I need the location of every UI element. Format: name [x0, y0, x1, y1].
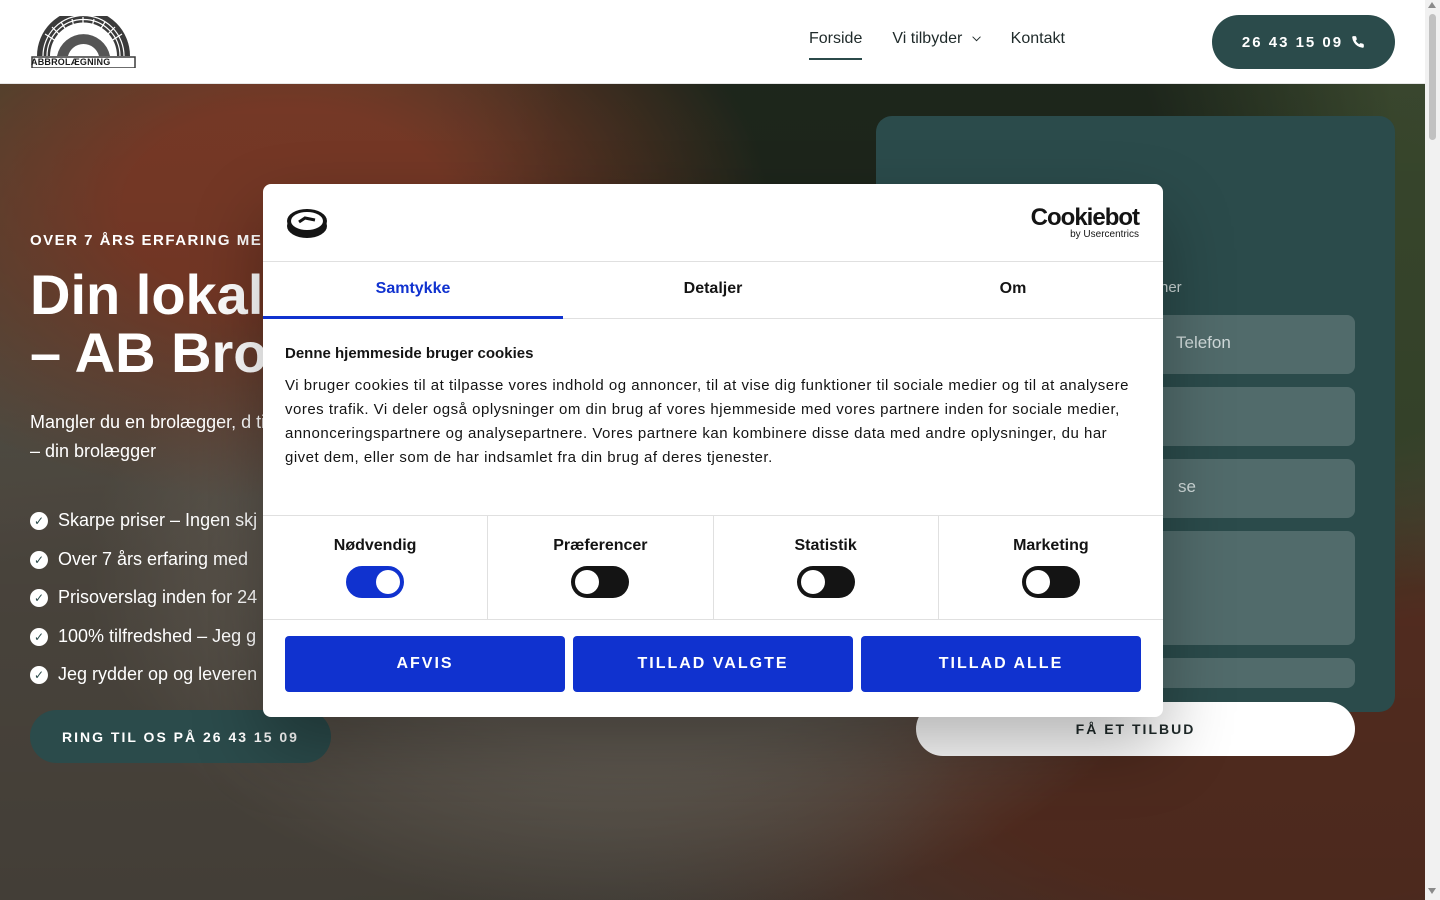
logo-text: ABBROLÆGNING [31, 57, 111, 67]
list-item-label: Jeg rydder op og leveren [58, 664, 258, 684]
switch-knob [1025, 570, 1050, 594]
hero-title-line-1: Din lokale [30, 263, 295, 326]
list-item-label: Prisoverslag inden for 24 [58, 587, 258, 607]
call-us-button[interactable]: RING TIL OS PÅ 26 43 15 09 [30, 710, 331, 763]
hero-title-line-2: – AB Bro [30, 321, 268, 384]
check-icon: ✓ [30, 589, 48, 607]
cookie-consent-dialog: Cookiebot by Usercentrics Samtykke Detal… [263, 184, 1163, 717]
nav-item-kontakt[interactable]: Kontakt [1011, 30, 1065, 58]
switch-knob [800, 570, 825, 594]
cookie-dialog-header: Cookiebot by Usercentrics [263, 184, 1163, 262]
tab-detaljer[interactable]: Detaljer [563, 262, 863, 318]
list-item-label: 100% tilfredshed – Jeg g [58, 625, 257, 646]
toggle-statistics: Statistik [714, 516, 939, 619]
toggle-marketing: Marketing [939, 516, 1163, 619]
toggle-preferences: Præferencer [488, 516, 714, 619]
necessary-switch[interactable] [346, 566, 405, 598]
cookiebot-badge-icon [287, 209, 327, 238]
cookie-buttons: AFVIS TILLAD VALGTE TILLAD ALLE [263, 620, 1163, 692]
cookiebot-brand-name: Cookiebot [1030, 204, 1140, 231]
check-icon: ✓ [30, 512, 48, 530]
toggle-label: Nødvendig [333, 537, 417, 554]
form-hint-text: ner [1160, 279, 1182, 296]
list-item-label: Skarpe priser – Ingen skj [58, 510, 258, 530]
check-icon: ✓ [30, 550, 48, 569]
scrollbar-thumb[interactable] [1429, 14, 1436, 140]
nav-item-forside[interactable]: Forside [809, 30, 863, 60]
allow-selected-button[interactable]: TILLAD VALGTE [573, 636, 853, 692]
check-icon: ✓ [30, 666, 48, 684]
statistics-switch[interactable] [796, 566, 855, 598]
toggle-label: Marketing [1013, 537, 1089, 554]
scroll-up-icon[interactable] [1428, 2, 1436, 8]
tab-om[interactable]: Om [863, 262, 1163, 318]
site-header: ABBROLÆGNING Forside Vi tilbyder ⌵ Kontak… [0, 0, 1425, 84]
nav-item-label: Vi tilbyder [892, 30, 963, 47]
page-scrollbar[interactable] [1425, 0, 1440, 900]
nav-item-label: Kontakt [1010, 30, 1065, 47]
list-item-label: Over 7 års erfaring med [58, 548, 249, 569]
list-item: ✓ Prisoverslag inden for 24 [30, 587, 257, 626]
phone-placeholder: Telefon [1176, 333, 1231, 352]
allow-all-button[interactable]: TILLAD ALLE [861, 636, 1141, 692]
cookie-description: Vi bruger cookies til at tilpasse vores … [285, 377, 1129, 466]
cookiebot-brand-sub: by Usercentrics [1070, 229, 1139, 240]
cookie-body: Denne hjemmeside bruger cookies Vi bruge… [263, 319, 1163, 516]
phone-number: 26 43 15 09 [1241, 33, 1344, 51]
header-phone-button[interactable]: 26 43 15 09 [1212, 15, 1395, 69]
preferences-switch[interactable] [571, 566, 630, 598]
tab-samtykke[interactable]: Samtykke [263, 262, 563, 319]
deny-button[interactable]: AFVIS [285, 636, 565, 692]
check-icon: ✓ [30, 627, 48, 646]
hero-eyebrow: OVER 7 ÅRS ERFARING MED [30, 232, 275, 249]
marketing-switch[interactable] [1021, 566, 1080, 598]
cookiebot-logo[interactable]: Cookiebot by Usercentrics [1030, 204, 1140, 240]
list-item: ✓ Skarpe priser – Ingen skj [30, 510, 257, 549]
consent-toggles: Nødvendig Præferencer Statistik Marketin… [263, 516, 1163, 620]
address-placeholder: se [1178, 477, 1196, 496]
list-item: ✓ 100% tilfredshed – Jeg g [30, 626, 257, 665]
list-item: ✓ Jeg rydder op og leveren [30, 664, 257, 703]
cookie-title: Denne hjemmeside bruger cookies [285, 345, 534, 362]
toggle-label: Præferencer [553, 537, 648, 554]
phone-icon [1352, 36, 1364, 48]
main-nav: Forside Vi tilbyder ⌵ Kontakt [809, 30, 1065, 60]
toggle-necessary: Nødvendig [263, 516, 489, 619]
benefits-list: ✓ Skarpe priser – Ingen skj ✓ Over 7 års e… [30, 510, 257, 703]
scroll-down-icon[interactable] [1428, 888, 1436, 894]
toggle-label: Statistik [794, 537, 857, 554]
nav-item-vi-tilbyder[interactable]: Vi tilbyder ⌵ [892, 30, 980, 58]
nav-item-label: Forside [809, 30, 863, 47]
switch-knob [575, 570, 600, 594]
switch-knob [376, 570, 401, 594]
cookie-tabs: Samtykke Detaljer Om [263, 262, 1163, 319]
chevron-down-icon: ⌵ [972, 32, 981, 44]
list-item: ✓ Over 7 års erfaring med [30, 549, 257, 588]
